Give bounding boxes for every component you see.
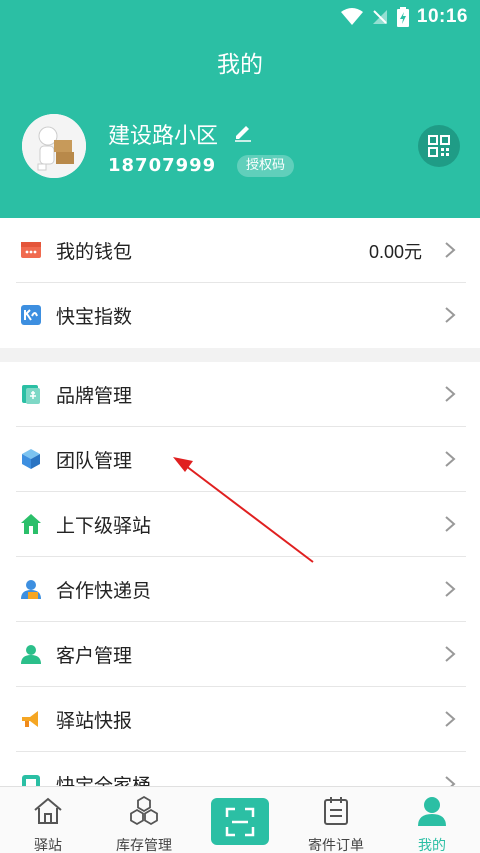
wifi-icon [340,8,363,25]
wallet-icon [21,242,41,258]
kuaibao-index-label: 快宝指数 [56,306,133,328]
courier-icon [21,580,41,599]
menu-label: 客户管理 [56,645,133,667]
profile-header: 10:16 我的 建设路小区 18707999 授权码 [0,0,480,218]
brand-icon [22,385,40,404]
menu-item-family-bucket[interactable]: 快宝全家桶 [0,752,480,786]
phone-number: 18707999 [108,155,217,176]
avatar-image [22,114,86,178]
qr-code-icon [428,135,450,157]
avatar[interactable] [22,114,86,178]
chevron-right-icon [445,516,456,532]
tab-label: 驿站 [34,838,62,853]
menu-item-bulletin[interactable]: 驿站快报 [0,687,480,752]
wallet-balance: 0.00元 [368,241,422,262]
wallet-row[interactable]: 我的钱包 0.00元 [0,218,480,283]
cube-icon [22,449,40,469]
wallet-label: 我的钱包 [56,241,133,263]
menu-label: 团队管理 [56,450,133,472]
chevron-right-icon [445,307,456,323]
chevron-right-icon [445,242,456,258]
house-icon [21,514,41,534]
page-title: 我的 [217,52,263,78]
chevron-right-icon [445,711,456,727]
user-icon [418,797,446,826]
menu-label: 快宝全家桶 [56,775,152,786]
edit-icon[interactable] [232,120,254,142]
auth-code-badge[interactable]: 授权码 [237,155,295,177]
tab-inventory[interactable]: 库存管理 [96,787,192,853]
tab-label: 库存管理 [116,838,172,853]
bottom-tab-bar: 驿站 库存管理 寄件订单 我的 [0,786,480,853]
tab-label: 我的 [418,838,446,853]
megaphone-icon [22,711,38,727]
kuaibao-index-row[interactable]: 快宝指数 [0,283,480,348]
no-signal-icon [372,10,387,24]
battery-charging-icon [396,7,409,27]
menu-label: 品牌管理 [56,385,133,407]
menu-item-couriers[interactable]: 合作快递员 [0,557,480,622]
chevron-right-icon [445,646,456,662]
bucket-icon [22,775,40,786]
tab-orders[interactable]: 寄件订单 [288,787,384,853]
menu-item-customers[interactable]: 客户管理 [0,622,480,687]
scan-icon [225,807,255,836]
chevron-right-icon [445,776,456,786]
chevron-right-icon [445,581,456,597]
qr-code-button[interactable] [418,125,460,167]
menu-item-brand[interactable]: 品牌管理 [0,362,480,427]
tab-label: 寄件订单 [308,838,364,853]
tab-station[interactable]: 驿站 [0,787,96,853]
chevron-right-icon [445,386,456,402]
menu-label: 合作快递员 [56,580,152,602]
hexagons-icon [130,795,158,826]
chevron-right-icon [445,451,456,467]
status-time: 10:16 [416,6,468,27]
status-bar: 10:16 [340,4,468,30]
menu-item-stations[interactable]: 上下级驿站 [0,492,480,557]
menu-label: 上下级驿站 [56,515,152,537]
scan-button[interactable] [211,798,269,845]
station-name: 建设路小区 [108,124,219,149]
home-icon [34,797,62,824]
management-section: 品牌管理 团队管理 上下级驿站 合作快递员 客户管理 驿站快报 快宝全家桶 [0,362,480,786]
wallet-section: 我的钱包 0.00元 快宝指数 [0,218,480,348]
kuaibao-index-icon [21,305,41,325]
menu-label: 驿站快报 [56,710,133,732]
menu-item-team[interactable]: 团队管理 [0,427,480,492]
orders-icon [324,797,348,825]
tab-mine[interactable]: 我的 [384,787,480,853]
customer-icon [21,645,41,664]
